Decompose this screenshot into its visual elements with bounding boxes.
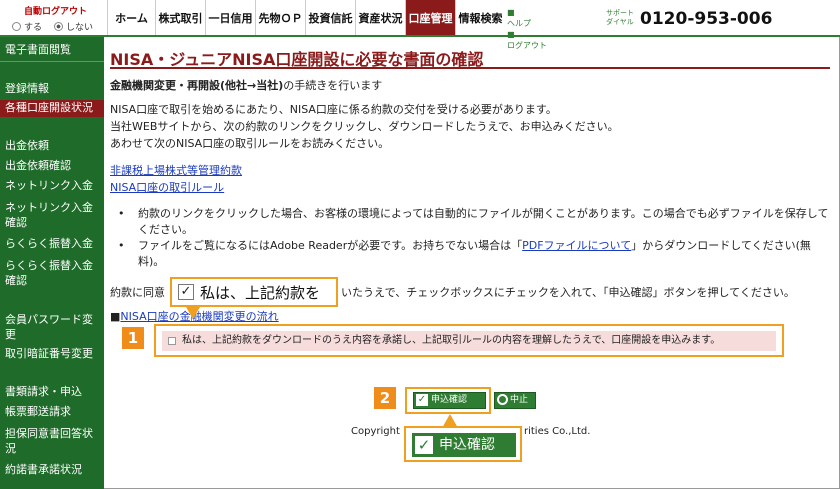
agreement-checkbox[interactable] (168, 337, 176, 345)
sidebar-item-easy-transfer[interactable]: らくらく振替入金 (0, 236, 104, 251)
sidebar-item-collateral-status[interactable]: 担保同意書回答状況 (0, 426, 98, 456)
check-icon: ✓ (416, 394, 428, 406)
pdf-info-link[interactable]: PDFファイルについて (522, 239, 631, 252)
auto-logout-title: 自動ログアウト (24, 7, 88, 17)
callout-zoom-checkbox: ✓ 私は、上記約款を (170, 277, 338, 307)
nav-stock-trading[interactable]: 株式取引 (155, 0, 205, 35)
check-icon: ✓ (415, 436, 433, 454)
support-phone: 0120-953-006 (640, 9, 773, 29)
auto-logout-off-option[interactable]: しない (54, 20, 93, 33)
sidebar-item-registration[interactable]: 登録情報 (0, 81, 104, 96)
intro-line: 当社WEBサイトから、次の約款のリンクをクリックし、ダウンロードしたうえで、お申… (110, 120, 619, 133)
sidebar: 電子書面閲覧 登録情報 各種口座開設状況 出金依頼 出金依頼確認 ネットリンク入… (0, 37, 104, 489)
title-underline (110, 67, 830, 69)
sidebar-item-password-change[interactable]: 会員パスワード変更 (0, 312, 100, 342)
instruction-left: 約款に同意 (110, 286, 165, 299)
apply-highlight: ✓ 申込確認 (405, 387, 491, 414)
nav-asset-status[interactable]: 資産状況 (355, 0, 405, 35)
terms-link[interactable]: 非課税上場株式等管理約款 (110, 162, 242, 178)
callout-apply-button: ✓ 申込確認 (412, 433, 516, 457)
bullet: • (118, 239, 125, 252)
intro-line: あわせて次のNISA口座の取引ルールをお読みください。 (110, 137, 390, 150)
sidebar-item-netlink-deposit-confirm[interactable]: ネットリンク入金確認 (0, 200, 98, 230)
cancel-button[interactable]: 中止 (494, 392, 536, 409)
bullet: • (118, 207, 125, 220)
sidebar-item-easy-transfer-confirm[interactable]: らくらく振替入金確認 (0, 258, 98, 288)
auto-logout-on-option[interactable]: する (12, 20, 42, 33)
instruction-right: いたうえで、チェックボックスにチェックを入れて、「申込確認」ボタンを押してくださ… (341, 286, 795, 299)
step-badge-1: 1 (122, 327, 144, 349)
agreement-text: 私は、上記約款をダウンロードのうえ内容を承諾し、上記取引ルールの内容を理解したう… (182, 335, 721, 346)
sidebar-divider (0, 61, 104, 62)
check-icon: ✓ (178, 284, 194, 300)
step-badge-2: 2 (374, 387, 396, 409)
apply-button[interactable]: ✓ 申込確認 (413, 392, 486, 409)
sidebar-item-netlink-deposit[interactable]: ネットリンク入金 (0, 178, 104, 193)
sidebar-item-pin-change[interactable]: 取引暗証番号変更 (0, 346, 104, 361)
intro-line: NISA口座で取引を始めるにあたり、NISA口座に係る約款の交付を受ける必要があ… (110, 103, 557, 116)
nav-home[interactable]: ホーム (107, 0, 155, 35)
radio-selected-icon[interactable] (54, 22, 63, 31)
copyright-right: rities Co.,Ltd. (524, 426, 591, 437)
help-links: ■ ヘルプ ■ ログアウト (507, 7, 547, 51)
support-label: サポート ダイヤル (606, 9, 634, 26)
top-bar: 自動ログアウト する しない ホーム 株式取引 一日信用 先物ＯＰ 投資信託 資… (0, 0, 840, 50)
agreement-highlight: 私は、上記約款をダウンロードのうえ内容を承諾し、上記取引ルールの内容を理解したう… (154, 324, 784, 357)
agreement-row[interactable]: 私は、上記約款をダウンロードのうえ内容を承諾し、上記取引ルールの内容を理解したう… (162, 331, 776, 351)
bullet-text: 約款のリンクをクリックした場合、お客様の環境によっては自動的にファイルが開くこと… (138, 207, 829, 236)
subtitle: 金融機関変更・再開設(他社→当社)の手続きを行います (110, 79, 383, 92)
copyright-left: Copyright (351, 426, 400, 437)
sidebar-item-doc-request[interactable]: 書類請求・申込 (0, 384, 104, 399)
no-entry-icon (497, 394, 508, 405)
sidebar-item-mail-request[interactable]: 帳票郵送請求 (0, 404, 104, 419)
logout-link[interactable]: ■ ログアウト (507, 29, 547, 51)
auto-logout-panel: 自動ログアウト する しない (2, 2, 106, 36)
callout-pointer (186, 307, 200, 319)
nav-info-search[interactable]: 情報検索 (455, 0, 505, 35)
callout-text: 私は、上記約款を (200, 284, 321, 302)
sidebar-item-withdrawal[interactable]: 出金依頼 (0, 138, 104, 153)
radio-icon[interactable] (12, 22, 21, 31)
sidebar-item-agreement-status[interactable]: 約諾書承諾状況 (0, 462, 104, 477)
nav-investment-trust[interactable]: 投資信託 (305, 0, 355, 35)
sidebar-item-account-status[interactable]: 各種口座開設状況 (0, 100, 104, 117)
nav-account-management[interactable]: 口座管理 (405, 0, 455, 35)
help-link[interactable]: ■ ヘルプ (507, 7, 547, 29)
callout-zoom-apply: ✓ 申込確認 (404, 426, 522, 462)
sidebar-item-electronic-docs[interactable]: 電子書面閲覧 (0, 42, 104, 57)
nav-futures-options[interactable]: 先物ＯＰ (255, 0, 305, 35)
trading-rules-link[interactable]: NISA口座の取引ルール (110, 179, 224, 195)
nav-day-margin[interactable]: 一日信用 (205, 0, 255, 35)
sidebar-item-withdrawal-confirm[interactable]: 出金依頼確認 (0, 158, 104, 173)
bullet-text: ファイルをご覧になるにはAdobe Readerが必要です。お持ちでない場合は「… (138, 239, 811, 268)
